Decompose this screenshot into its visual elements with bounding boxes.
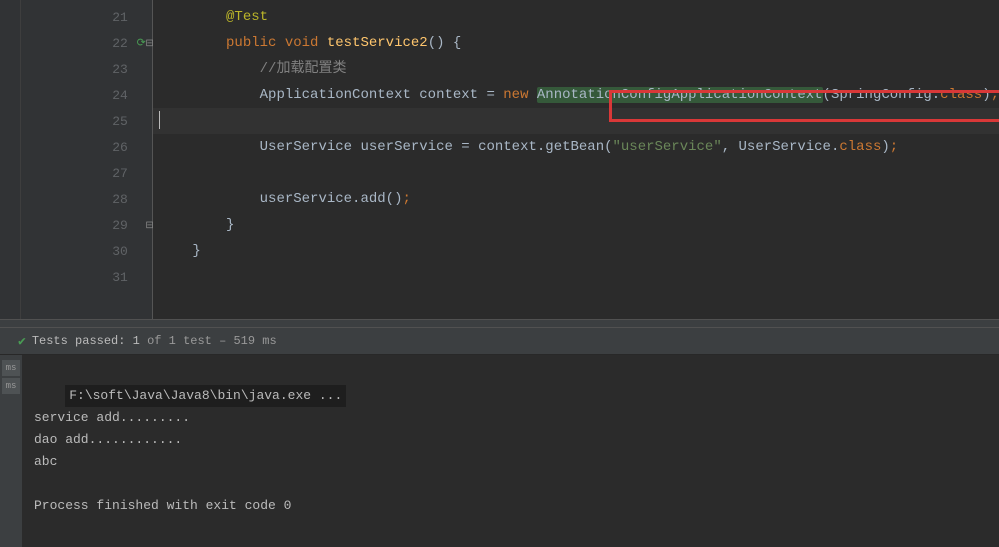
- code-token: class: [839, 139, 881, 155]
- code-token: ;: [890, 139, 898, 155]
- console-line: abc: [34, 454, 57, 469]
- code-line[interactable]: }: [153, 238, 999, 264]
- gutter-row[interactable]: 31: [21, 264, 152, 290]
- gutter-row[interactable]: 30: [21, 238, 152, 264]
- tests-passed-label: Tests passed:: [32, 334, 126, 348]
- gutter-row[interactable]: 22⟳⊟: [21, 30, 152, 56]
- code-line[interactable]: [153, 160, 999, 186]
- code-token: UserService userService = context.getBea…: [260, 139, 613, 155]
- code-token: ;: [402, 191, 410, 207]
- code-line[interactable]: }: [153, 212, 999, 238]
- line-number: 29: [112, 218, 128, 233]
- code-token: UserService.: [739, 139, 840, 155]
- console-tabs-strip: ms ms: [0, 355, 22, 547]
- code-token: }: [226, 217, 234, 233]
- tests-time: – 519 ms: [219, 334, 277, 348]
- code-token: ;: [991, 87, 999, 103]
- gutter-row[interactable]: 23: [21, 56, 152, 82]
- console-exe-line: F:\soft\Java\Java8\bin\java.exe ...: [65, 385, 346, 407]
- gutter-row[interactable]: 29⊟: [21, 212, 152, 238]
- code-token: AnnotationConfigApplicationContext: [537, 87, 823, 103]
- tests-total-label: of 1 test: [147, 334, 212, 348]
- code-token: }: [192, 243, 200, 259]
- code-line[interactable]: ApplicationContext context = new Annotat…: [153, 82, 999, 108]
- code-token: ): [881, 139, 889, 155]
- code-line[interactable]: [153, 108, 999, 134]
- line-number: 23: [112, 62, 128, 77]
- line-number: 31: [112, 270, 128, 285]
- tool-stripe-left: [0, 0, 21, 319]
- gutter-row[interactable]: 27: [21, 160, 152, 186]
- code-token: (SpringConfig.: [823, 87, 941, 103]
- code-line[interactable]: public void testService2() {: [153, 30, 999, 56]
- line-number: 26: [112, 140, 128, 155]
- line-number: 24: [112, 88, 128, 103]
- check-icon: ✔: [18, 334, 26, 349]
- tab-ms-1[interactable]: ms: [2, 360, 20, 376]
- line-number: 22: [112, 36, 128, 51]
- line-number: 27: [112, 166, 128, 181]
- panel-resize-handle[interactable]: [0, 319, 999, 327]
- code-token: "userService": [613, 139, 722, 155]
- editor-area: 2122⟳⊟23242526272829⊟3031 @Test public v…: [0, 0, 999, 319]
- editor-gutter[interactable]: 2122⟳⊟23242526272829⊟3031: [21, 0, 153, 319]
- line-number: 28: [112, 192, 128, 207]
- console-exit-line: Process finished with exit code 0: [34, 498, 291, 513]
- test-status-bar: ✔ Tests passed: 1 of 1 test – 519 ms: [0, 327, 999, 355]
- console-line: service add.........: [34, 410, 190, 425]
- code-token: //加载配置类: [260, 61, 347, 77]
- code-area[interactable]: @Test public void testService2() { //加载配…: [153, 0, 999, 319]
- tests-passed-count: 1: [133, 334, 140, 348]
- code-token: () {: [428, 35, 462, 51]
- code-token: new: [503, 87, 537, 103]
- gutter-row[interactable]: 28: [21, 186, 152, 212]
- code-token: @Test: [226, 9, 268, 25]
- code-token: ,: [722, 139, 739, 155]
- line-number: 21: [112, 10, 128, 25]
- gutter-row[interactable]: 21: [21, 4, 152, 30]
- code-token: ): [982, 87, 990, 103]
- code-token: testService2: [327, 35, 428, 51]
- code-line[interactable]: @Test: [153, 4, 999, 30]
- code-line[interactable]: UserService userService = context.getBea…: [153, 134, 999, 160]
- code-token: userService.add(): [260, 191, 403, 207]
- code-line[interactable]: //加载配置类: [153, 56, 999, 82]
- code-line[interactable]: userService.add();: [153, 186, 999, 212]
- gutter-row[interactable]: 24: [21, 82, 152, 108]
- code-token: public: [226, 35, 285, 51]
- line-number: 25: [112, 114, 128, 129]
- code-line[interactable]: [153, 264, 999, 290]
- run-test-icon[interactable]: ⟳: [137, 36, 146, 50]
- console-line: dao add............: [34, 432, 182, 447]
- console-output[interactable]: F:\soft\Java\Java8\bin\java.exe ... serv…: [22, 355, 999, 547]
- text-caret: [159, 111, 160, 129]
- code-token: ApplicationContext context =: [260, 87, 504, 103]
- tab-ms-2[interactable]: ms: [2, 378, 20, 394]
- gutter-row[interactable]: 26: [21, 134, 152, 160]
- code-token: class: [940, 87, 982, 103]
- line-number: 30: [112, 244, 128, 259]
- code-token: void: [285, 35, 327, 51]
- console-area: ms ms F:\soft\Java\Java8\bin\java.exe ..…: [0, 355, 999, 547]
- gutter-row[interactable]: 25: [21, 108, 152, 134]
